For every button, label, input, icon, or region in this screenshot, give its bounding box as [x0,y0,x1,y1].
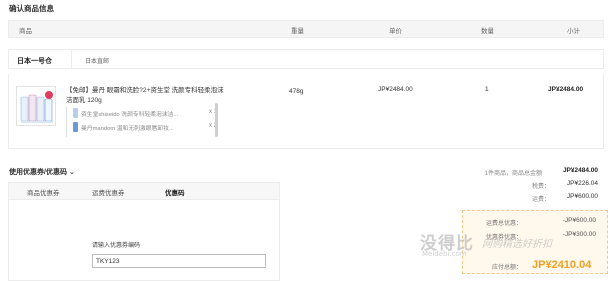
tab-coupon-code[interactable]: 优惠码 [165,187,185,197]
header-unit-price: 单价 [389,28,402,35]
tab-shipping-coupon[interactable]: 运费优惠券 [92,187,125,197]
coupon-toggle[interactable]: 使用优惠券/优惠码 ⌄ [9,167,75,177]
summary-label-shipping: 运费： [531,197,550,203]
header-product: 商品 [19,28,32,35]
summary-value-tax: JP¥226.04 [566,180,598,187]
summary-label-goods: 1件商品，商品总金额 [484,171,542,177]
divider [71,50,72,68]
item-quantity: 1 [485,86,489,93]
summary-label-tax: 税费： [531,184,550,190]
list-item: 曼丹mandom 温和无刺激眼唇卸妆... x 2 [67,121,228,134]
product-thumb-icon [73,108,78,118]
discount-value-shipping: -JP¥600.00 [562,217,596,224]
coupon-panel [8,200,280,281]
item-subtotal: JP¥2484.00 [548,86,584,93]
shop-name: 日本一号仓 [17,58,52,65]
discount-label-shipping: 运费总优惠： [485,221,522,227]
table-header: 商品 重量 单价 数量 小计 [8,20,604,38]
discount-label-coupon: 优惠券优惠： [485,235,522,241]
product-image-graphic [17,87,55,125]
total-label: 应付总额： [491,265,522,271]
bundle-item-list: 资生堂shiseido 洗颜专科轻柔泡沫洁... x 1 曼丹mandom 温和… [66,107,228,137]
product-title[interactable]: 【免邮】曼丹 眼霜和洗脸?2+资生堂 洗颜专科轻柔泡沫洁面乳 120g [66,86,226,106]
coupon-code-input[interactable] [92,254,266,268]
header-weight: 重量 [291,28,304,35]
bundle-item-name: 曼丹mandom 温和无刺激眼唇卸妆... [81,126,174,132]
bundle-item-name: 资生堂shiseido 洗颜专科轻柔泡沫洁... [81,112,179,118]
header-quantity: 数量 [481,28,494,35]
coupon-code-label: 请输入优惠券编码 [92,243,141,249]
item-weight: 478g [289,88,304,95]
shop-subtitle: 日本直邮 [85,59,110,65]
item-unit-price: JP¥2484.00 [378,86,413,93]
coupon-toggle-label: 使用优惠券/优惠码 [9,169,67,176]
shop-bar: 日本一号仓 日本直邮 [8,49,604,69]
discount-value-coupon: -JP¥300.00 [562,231,596,238]
header-subtotal: 小计 [567,28,580,35]
bundle-list-scrollbar[interactable] [215,103,218,137]
product-thumb-icon [73,122,78,132]
total-amount: JP¥2410.04 [532,259,592,271]
summary-value-goods: JP¥2484.00 [562,167,598,174]
summary-value-shipping: JP¥600.00 [566,193,598,200]
product-image[interactable] [16,86,56,126]
watermark-url: Meidebi.com [422,250,467,258]
tab-product-coupon[interactable]: 商品优惠券 [27,187,60,197]
section-title: 确认商品信息 [9,4,54,13]
list-item: 资生堂shiseido 洗颜专科轻柔泡沫洁... x 1 [67,107,228,120]
chevron-down-icon: ⌄ [68,169,75,176]
coupon-tabs: 商品优惠券 运费优惠券 优惠码 [8,182,280,200]
